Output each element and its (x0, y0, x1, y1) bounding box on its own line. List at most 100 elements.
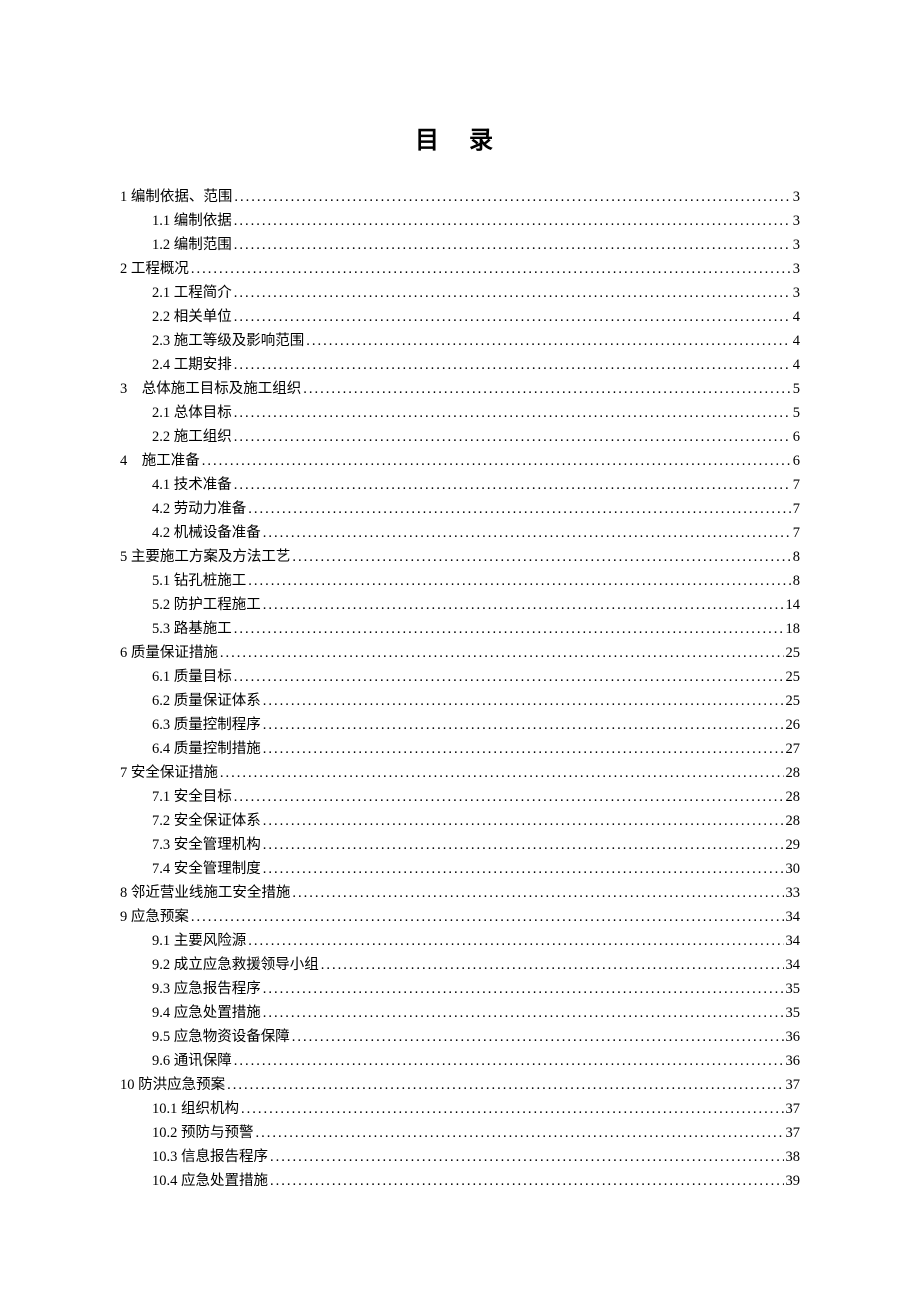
toc-entry-label: 5.3 路基施工 (152, 617, 232, 641)
toc-entry[interactable]: 10.1 组织机构37 (120, 1097, 800, 1121)
toc-entry[interactable]: 10 防洪应急预案37 (120, 1073, 800, 1097)
toc-entry[interactable]: 10.3 信息报告程序38 (120, 1145, 800, 1169)
toc-entry-page: 7 (793, 473, 800, 497)
toc-entry[interactable]: 5.1 钻孔桩施工8 (120, 569, 800, 593)
toc-entry-label: 1.1 编制依据 (152, 209, 232, 233)
toc-entry-label: 9 应急预案 (120, 905, 189, 929)
toc-dot-leader (234, 473, 791, 497)
toc-entry[interactable]: 4 施工准备6 (120, 449, 800, 473)
toc-entry[interactable]: 2.4 工期安排4 (120, 353, 800, 377)
toc-entry-label: 10.3 信息报告程序 (152, 1145, 268, 1169)
toc-entry-label: 7.4 安全管理制度 (152, 857, 261, 881)
toc-entry[interactable]: 7 安全保证措施28 (120, 761, 800, 785)
toc-dot-leader (234, 209, 791, 233)
toc-entry[interactable]: 2 工程概况3 (120, 257, 800, 281)
toc-entry-page: 35 (786, 977, 801, 1001)
toc-entry-page: 3 (793, 257, 800, 281)
toc-entry[interactable]: 4.1 技术准备 7 (120, 473, 800, 497)
toc-entry-page: 28 (786, 761, 801, 785)
toc-entry[interactable]: 1.2 编制范围3 (120, 233, 800, 257)
toc-entry-page: 28 (786, 785, 801, 809)
toc-entry-page: 28 (786, 809, 801, 833)
toc-entry[interactable]: 1.1 编制依据 3 (120, 209, 800, 233)
toc-entry[interactable]: 9 应急预案34 (120, 905, 800, 929)
toc-entry[interactable]: 9.6 通讯保障36 (120, 1049, 800, 1073)
toc-entry[interactable]: 10.2 预防与预警37 (120, 1121, 800, 1145)
toc-entry-label: 9.5 应急物资设备保障 (152, 1025, 290, 1049)
toc-dot-leader (234, 305, 791, 329)
toc-entry[interactable]: 6.1 质量目标25 (120, 665, 800, 689)
toc-dot-leader (256, 1121, 784, 1145)
toc-entry-page: 30 (786, 857, 801, 881)
toc-entry-page: 35 (786, 1001, 801, 1025)
toc-entry[interactable]: 10.4 应急处置措施39 (120, 1169, 800, 1193)
toc-dot-leader (263, 1001, 784, 1025)
toc-dot-leader (202, 449, 791, 473)
toc-entry-page: 6 (793, 449, 800, 473)
toc-entry-label: 4.2 劳动力准备 (152, 497, 246, 521)
toc-entry[interactable]: 9.2 成立应急救援领导小组34 (120, 953, 800, 977)
toc-dot-leader (263, 521, 791, 545)
toc-entry-page: 27 (786, 737, 801, 761)
toc-dot-leader (191, 257, 791, 281)
toc-entry[interactable]: 4.2 机械设备准备7 (120, 521, 800, 545)
toc-dot-leader (220, 761, 784, 785)
toc-dot-leader (241, 1097, 784, 1121)
toc-entry[interactable]: 1 编制依据、范围3 (120, 185, 800, 209)
toc-entry-page: 3 (793, 209, 800, 233)
toc-entry[interactable]: 2.1 工程简介3 (120, 281, 800, 305)
toc-dot-leader (263, 809, 784, 833)
toc-entry-page: 4 (793, 329, 800, 353)
toc-entry[interactable]: 4.2 劳动力准备 7 (120, 497, 800, 521)
toc-entry-page: 37 (786, 1097, 801, 1121)
toc-entry-label: 6.3 质量控制程序 (152, 713, 261, 737)
toc-entry-page: 8 (793, 545, 800, 569)
toc-dot-leader (248, 569, 791, 593)
toc-entry[interactable]: 2.3 施工等级及影响范围4 (120, 329, 800, 353)
toc-entry[interactable]: 7.4 安全管理制度 30 (120, 857, 800, 881)
toc-entry[interactable]: 9.3 应急报告程序 35 (120, 977, 800, 1001)
toc-entry-label: 2.1 总体目标 (152, 401, 232, 425)
toc-entry[interactable]: 2.2 相关单位 4 (120, 305, 800, 329)
toc-entry-page: 4 (793, 305, 800, 329)
toc-entry-page: 5 (793, 401, 800, 425)
toc-dot-leader (248, 497, 791, 521)
toc-entry-label: 10 防洪应急预案 (120, 1073, 225, 1097)
toc-entry[interactable]: 6.4 质量控制措施27 (120, 737, 800, 761)
toc-entry[interactable]: 7.2 安全保证体系28 (120, 809, 800, 833)
toc-entry[interactable]: 2.1 总体目标 5 (120, 401, 800, 425)
toc-dot-leader (234, 401, 791, 425)
toc-entry[interactable]: 3 总体施工目标及施工组织5 (120, 377, 800, 401)
toc-entry[interactable]: 9.4 应急处置措施35 (120, 1001, 800, 1025)
toc-dot-leader (292, 881, 783, 905)
toc-entry-label: 7.3 安全管理机构 (152, 833, 261, 857)
toc-dot-leader (321, 953, 784, 977)
toc-entry[interactable]: 9.5 应急物资设备保障36 (120, 1025, 800, 1049)
toc-entry-page: 7 (793, 521, 800, 545)
toc-entry[interactable]: 6.2 质量保证体系25 (120, 689, 800, 713)
toc-entry-page: 14 (786, 593, 801, 617)
toc-entry[interactable]: 2.2 施工组织6 (120, 425, 800, 449)
toc-entry-label: 2.2 相关单位 (152, 305, 232, 329)
toc-entry[interactable]: 7.1 安全目标28 (120, 785, 800, 809)
toc-entry-page: 29 (786, 833, 801, 857)
toc-entry-page: 7 (793, 497, 800, 521)
toc-dot-leader (234, 1049, 784, 1073)
toc-entry-label: 4.1 技术准备 (152, 473, 232, 497)
toc-entry-label: 2.2 施工组织 (152, 425, 232, 449)
toc-entry-label: 10.2 预防与预警 (152, 1121, 254, 1145)
toc-entry[interactable]: 7.3 安全管理机构 29 (120, 833, 800, 857)
toc-entry-label: 8 邻近营业线施工安全措施 (120, 881, 290, 905)
toc-entry-label: 9.3 应急报告程序 (152, 977, 261, 1001)
toc-entry[interactable]: 8 邻近营业线施工安全措施33 (120, 881, 800, 905)
toc-entry[interactable]: 9.1 主要风险源34 (120, 929, 800, 953)
toc-entry[interactable]: 6.3 质量控制程序26 (120, 713, 800, 737)
toc-entry-label: 1 编制依据、范围 (120, 185, 232, 209)
toc-dot-leader (292, 545, 790, 569)
toc-entry-page: 4 (793, 353, 800, 377)
toc-entry[interactable]: 5.3 路基施工18 (120, 617, 800, 641)
toc-entry[interactable]: 5 主要施工方案及方法工艺8 (120, 545, 800, 569)
toc-entry-page: 36 (786, 1049, 801, 1073)
toc-entry[interactable]: 6 质量保证措施25 (120, 641, 800, 665)
toc-entry[interactable]: 5.2 防护工程施工14 (120, 593, 800, 617)
